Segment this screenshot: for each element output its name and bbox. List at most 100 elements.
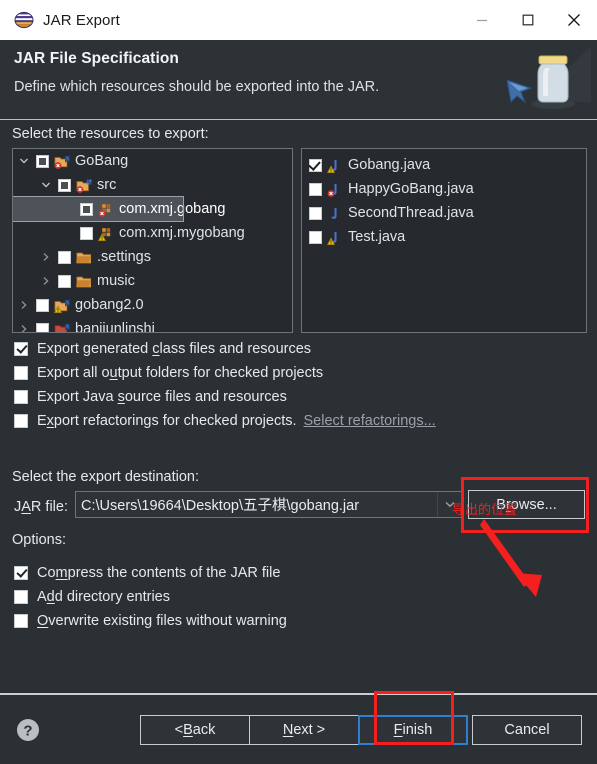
finish-button[interactable]: Finish bbox=[358, 715, 468, 745]
file-item-label: Gobang.java bbox=[348, 157, 431, 173]
tree-twisty[interactable] bbox=[61, 202, 75, 216]
tree-item-label: com.xmj.mygobang bbox=[119, 225, 245, 241]
file-item-label: Test.java bbox=[348, 229, 406, 245]
resources-label: Select the resources to export: bbox=[12, 126, 209, 142]
file-item-test.java[interactable]: Test.java bbox=[302, 225, 586, 249]
window-controls bbox=[459, 0, 597, 40]
dialog-body: Select the resources to export: GoBang sr… bbox=[0, 121, 597, 693]
tree-checkbox[interactable] bbox=[36, 322, 49, 332]
tree-item-label: src bbox=[97, 177, 117, 193]
export-option-label: Export refactorings for checked projects… bbox=[37, 413, 297, 429]
tree-item-label: banjiunlinshi bbox=[75, 321, 155, 333]
wizard-header: JAR File Specification Define which reso… bbox=[0, 40, 597, 120]
option-0[interactable]: Compress the contents of the JAR file bbox=[14, 563, 280, 583]
window-title: JAR Export bbox=[43, 11, 120, 29]
tree-twisty[interactable] bbox=[17, 154, 31, 168]
folder-icon bbox=[76, 250, 92, 265]
header-divider bbox=[0, 119, 597, 120]
tree-item-src[interactable]: src bbox=[13, 173, 292, 197]
export-option-label: Export all output folders for checked pr… bbox=[37, 365, 324, 381]
java-file-warning-icon bbox=[327, 230, 343, 245]
option-2[interactable]: Overwrite existing files without warning bbox=[14, 611, 287, 631]
java-file-warning-icon bbox=[327, 158, 343, 173]
project-closed-icon bbox=[54, 322, 70, 332]
tree-item-banjiunlinshi[interactable]: banjiunlinshi bbox=[13, 317, 292, 333]
tree-item-label: .settings bbox=[97, 249, 151, 265]
jar-export-dialog: JAR Export JAR File Specification Define… bbox=[0, 0, 597, 764]
file-checkbox[interactable] bbox=[309, 230, 322, 244]
tree-item-label: GoBang bbox=[75, 153, 129, 169]
jar-file-input[interactable]: C:\Users\19664\Desktop\五子棋\gobang.jar bbox=[76, 494, 359, 515]
tree-checkbox[interactable] bbox=[36, 154, 49, 168]
jar-file-label: JAR file: bbox=[14, 499, 68, 515]
file-checkbox[interactable] bbox=[309, 206, 322, 220]
tree-checkbox[interactable] bbox=[80, 226, 93, 240]
option-checkbox[interactable] bbox=[14, 614, 28, 628]
file-checkbox[interactable] bbox=[309, 182, 322, 196]
package-error-icon bbox=[98, 202, 114, 217]
cancel-button[interactable]: Cancel bbox=[472, 715, 582, 745]
tree-twisty[interactable] bbox=[17, 298, 31, 312]
tree-checkbox[interactable] bbox=[58, 250, 71, 264]
select-refactorings-link[interactable]: Select refactorings... bbox=[304, 413, 436, 429]
resource-tree[interactable]: GoBang src com.xmj.gobang com.xmj.mygobang.… bbox=[12, 148, 293, 333]
file-item-secondthread.java[interactable]: SecondThread.java bbox=[302, 201, 586, 225]
export-option-label: Export generated class files and resourc… bbox=[37, 341, 312, 357]
maximize-button[interactable] bbox=[505, 0, 551, 40]
export-option-1[interactable]: Export all output folders for checked pr… bbox=[14, 363, 323, 383]
export-option-checkbox[interactable] bbox=[14, 390, 28, 404]
tree-item-gobang[interactable]: GoBang bbox=[13, 149, 292, 173]
tree-item-.settings[interactable]: .settings bbox=[13, 245, 292, 269]
option-label: Add directory entries bbox=[37, 589, 170, 605]
tree-twisty[interactable] bbox=[17, 322, 31, 332]
eclipse-icon bbox=[14, 10, 34, 30]
tree-item-label: gobang2.0 bbox=[75, 297, 144, 313]
tree-item-com.xmj.mygobang[interactable]: com.xmj.mygobang bbox=[13, 221, 292, 245]
minimize-button[interactable] bbox=[459, 0, 505, 40]
jar-banner-icon bbox=[501, 44, 591, 116]
file-item-gobang.java[interactable]: Gobang.java bbox=[302, 153, 586, 177]
export-option-2[interactable]: Export Java source files and resources bbox=[14, 387, 287, 407]
tree-item-music[interactable]: music bbox=[13, 269, 292, 293]
export-option-checkbox[interactable] bbox=[14, 342, 28, 356]
file-checkbox[interactable] bbox=[309, 158, 322, 172]
tree-twisty[interactable] bbox=[39, 274, 53, 288]
source-folder-error-icon bbox=[76, 178, 92, 193]
title-bar: JAR Export bbox=[0, 0, 597, 41]
tree-twisty[interactable] bbox=[39, 250, 53, 264]
help-icon[interactable]: ? bbox=[16, 718, 40, 742]
options-label: Options: bbox=[12, 532, 66, 548]
next-button[interactable]: Next > bbox=[249, 715, 359, 745]
file-item-label: HappyGoBang.java bbox=[348, 181, 474, 197]
tree-item-com.xmj.gobang[interactable]: com.xmj.gobang bbox=[13, 196, 225, 222]
tree-checkbox[interactable] bbox=[80, 202, 93, 216]
tree-checkbox[interactable] bbox=[58, 178, 71, 192]
tree-checkbox[interactable] bbox=[58, 274, 71, 288]
tree-item-label: com.xmj.gobang bbox=[119, 201, 226, 217]
tree-twisty[interactable] bbox=[61, 226, 75, 240]
export-option-0[interactable]: Export generated class files and resourc… bbox=[14, 339, 311, 359]
java-file-error-icon bbox=[327, 182, 343, 197]
file-item-happygobang.java[interactable]: HappyGoBang.java bbox=[302, 177, 586, 201]
annotation-text: 导出的位置 bbox=[452, 503, 518, 518]
jar-file-combo[interactable]: C:\Users\19664\Desktop\五子棋\gobang.jar bbox=[75, 491, 462, 518]
tree-twisty[interactable] bbox=[39, 178, 53, 192]
option-1[interactable]: Add directory entries bbox=[14, 587, 170, 607]
option-checkbox[interactable] bbox=[14, 590, 28, 604]
folder-icon bbox=[76, 274, 92, 289]
svg-text:?: ? bbox=[23, 723, 32, 740]
export-option-checkbox[interactable] bbox=[14, 366, 28, 380]
close-button[interactable] bbox=[551, 0, 597, 40]
export-option-3[interactable]: Export refactorings for checked projects… bbox=[14, 411, 436, 431]
red-arrow-icon bbox=[480, 517, 550, 601]
back-button[interactable]: < Back bbox=[140, 715, 250, 745]
export-option-label: Export Java source files and resources bbox=[37, 389, 287, 405]
option-checkbox[interactable] bbox=[14, 566, 28, 580]
page-subtitle: Define which resources should be exporte… bbox=[14, 79, 380, 95]
resource-file-list[interactable]: Gobang.java HappyGoBang.java SecondThread.… bbox=[301, 148, 587, 333]
export-option-checkbox[interactable] bbox=[14, 414, 28, 428]
page-title: JAR File Specification bbox=[14, 50, 179, 67]
java-file-icon bbox=[327, 206, 343, 221]
tree-item-gobang2.0[interactable]: gobang2.0 bbox=[13, 293, 292, 317]
tree-checkbox[interactable] bbox=[36, 298, 49, 312]
